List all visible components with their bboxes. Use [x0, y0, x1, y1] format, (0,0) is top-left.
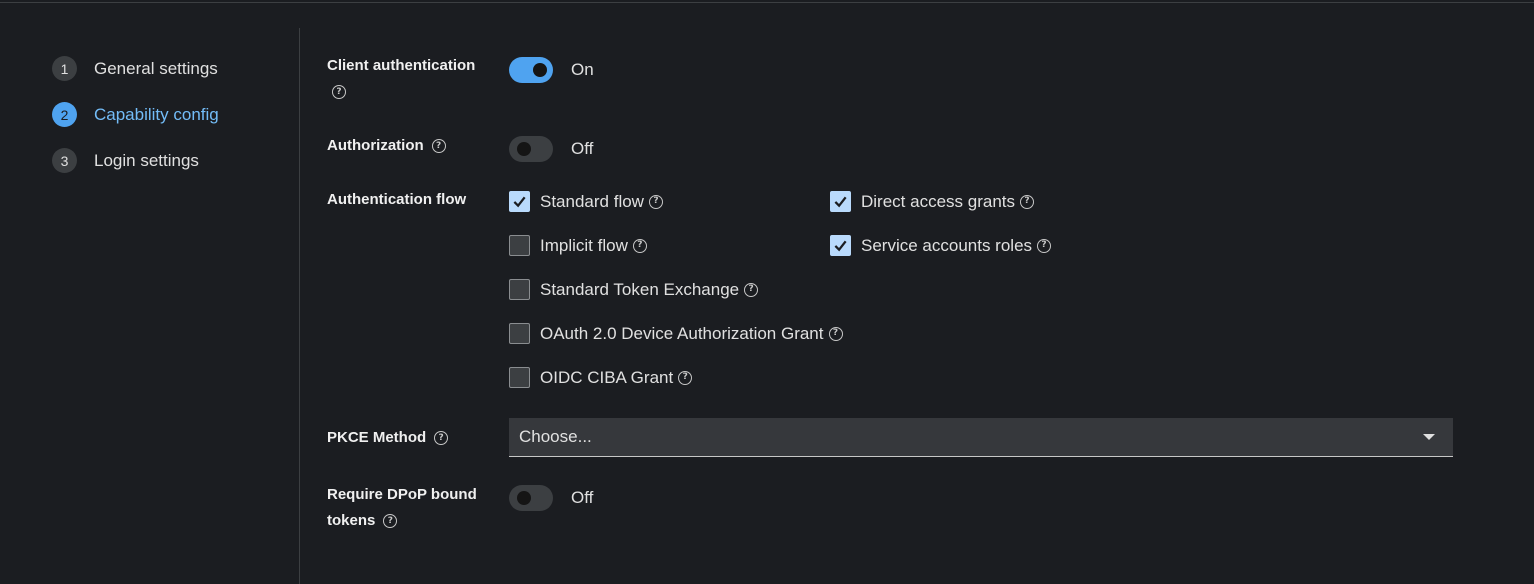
- help-icon[interactable]: ?: [648, 194, 663, 209]
- wizard-step-capability-config[interactable]: 2 Capability config: [52, 102, 219, 127]
- require-dpop-label: Require DPoP bound tokens?: [327, 486, 477, 529]
- checkbox-oauth-device-authorization-grant[interactable]: OAuth 2.0 Device Authorization Grant ?: [509, 323, 843, 344]
- checkbox-label: Standard flow: [540, 191, 644, 211]
- wizard-nav: 1 General settings 2 Capability config 3…: [0, 28, 300, 584]
- checkmark-icon: [834, 240, 847, 252]
- checkbox-box[interactable]: [509, 323, 530, 344]
- checkmark-icon: [834, 196, 847, 208]
- pkce-method-select[interactable]: Choose...: [509, 418, 1453, 457]
- step-label: General settings: [94, 58, 218, 78]
- switch-track[interactable]: [509, 136, 553, 162]
- switch-state-text: Off: [571, 139, 594, 158]
- select-value: Choose...: [519, 427, 592, 446]
- help-icon[interactable]: ?: [431, 139, 446, 154]
- top-divider: [0, 0, 1534, 3]
- switch-state-text: On: [571, 60, 594, 79]
- help-icon[interactable]: ?: [828, 326, 843, 341]
- switch-knob: [533, 63, 547, 77]
- checkbox-implicit-flow[interactable]: Implicit flow ?: [509, 235, 647, 256]
- checkbox-service-accounts-roles[interactable]: Service accounts roles ?: [830, 235, 1052, 256]
- client-authentication-switch[interactable]: On: [509, 57, 594, 83]
- checkbox-label: Implicit flow: [540, 235, 628, 255]
- switch-state-text: Off: [571, 488, 594, 507]
- checkbox-box[interactable]: [509, 367, 530, 388]
- help-icon[interactable]: ?: [383, 514, 398, 529]
- checkbox-standard-token-exchange[interactable]: Standard Token Exchange ?: [509, 279, 759, 300]
- checkbox-label: Standard Token Exchange: [540, 279, 740, 299]
- caret-down-icon: [1423, 434, 1435, 440]
- checkbox-box[interactable]: [830, 235, 851, 256]
- switch-knob: [517, 142, 531, 156]
- authentication-flow-label: Authentication flow: [327, 191, 467, 208]
- checkmark-icon: [513, 196, 526, 208]
- checkbox-box[interactable]: [509, 279, 530, 300]
- switch-knob: [517, 491, 531, 505]
- authorization-label: Authorization?: [327, 133, 446, 159]
- step-label: Capability config: [94, 104, 219, 124]
- require-dpop-switch[interactable]: Off: [509, 485, 593, 511]
- checkbox-label: OAuth 2.0 Device Authorization Grant: [540, 323, 824, 343]
- help-icon[interactable]: ?: [632, 238, 647, 253]
- checkbox-standard-flow[interactable]: Standard flow ?: [509, 191, 663, 212]
- switch-track[interactable]: [509, 485, 553, 511]
- checkbox-oidc-ciba-grant[interactable]: OIDC CIBA Grant ?: [509, 367, 693, 388]
- help-icon[interactable]: ?: [1037, 238, 1052, 253]
- help-icon[interactable]: ?: [332, 85, 346, 100]
- pkce-method-label: PKCE Method?: [327, 425, 449, 451]
- checkbox-label: Direct access grants: [861, 191, 1015, 211]
- checkbox-box[interactable]: [509, 191, 530, 212]
- step-number: 3: [52, 148, 77, 173]
- help-icon[interactable]: ?: [744, 282, 759, 297]
- authorization-switch[interactable]: Off: [509, 136, 593, 162]
- help-icon[interactable]: ?: [1020, 194, 1034, 209]
- checkbox-direct-access-grants[interactable]: Direct access grants ?: [830, 191, 1034, 212]
- step-label: Login settings: [94, 150, 199, 170]
- client-authentication-label: Client authentication ?: [327, 53, 475, 105]
- wizard-step-general-settings[interactable]: 1 General settings: [52, 56, 218, 81]
- checkbox-box[interactable]: [509, 235, 530, 256]
- checkbox-label: Service accounts roles: [861, 235, 1033, 255]
- checkbox-label: OIDC CIBA Grant: [540, 367, 674, 387]
- wizard-step-login-settings[interactable]: 3 Login settings: [52, 148, 199, 173]
- switch-track[interactable]: [509, 57, 553, 83]
- step-number: 2: [52, 102, 77, 127]
- help-icon[interactable]: ?: [678, 370, 693, 385]
- help-icon[interactable]: ?: [434, 431, 449, 446]
- step-number: 1: [52, 56, 77, 81]
- checkbox-box[interactable]: [830, 191, 851, 212]
